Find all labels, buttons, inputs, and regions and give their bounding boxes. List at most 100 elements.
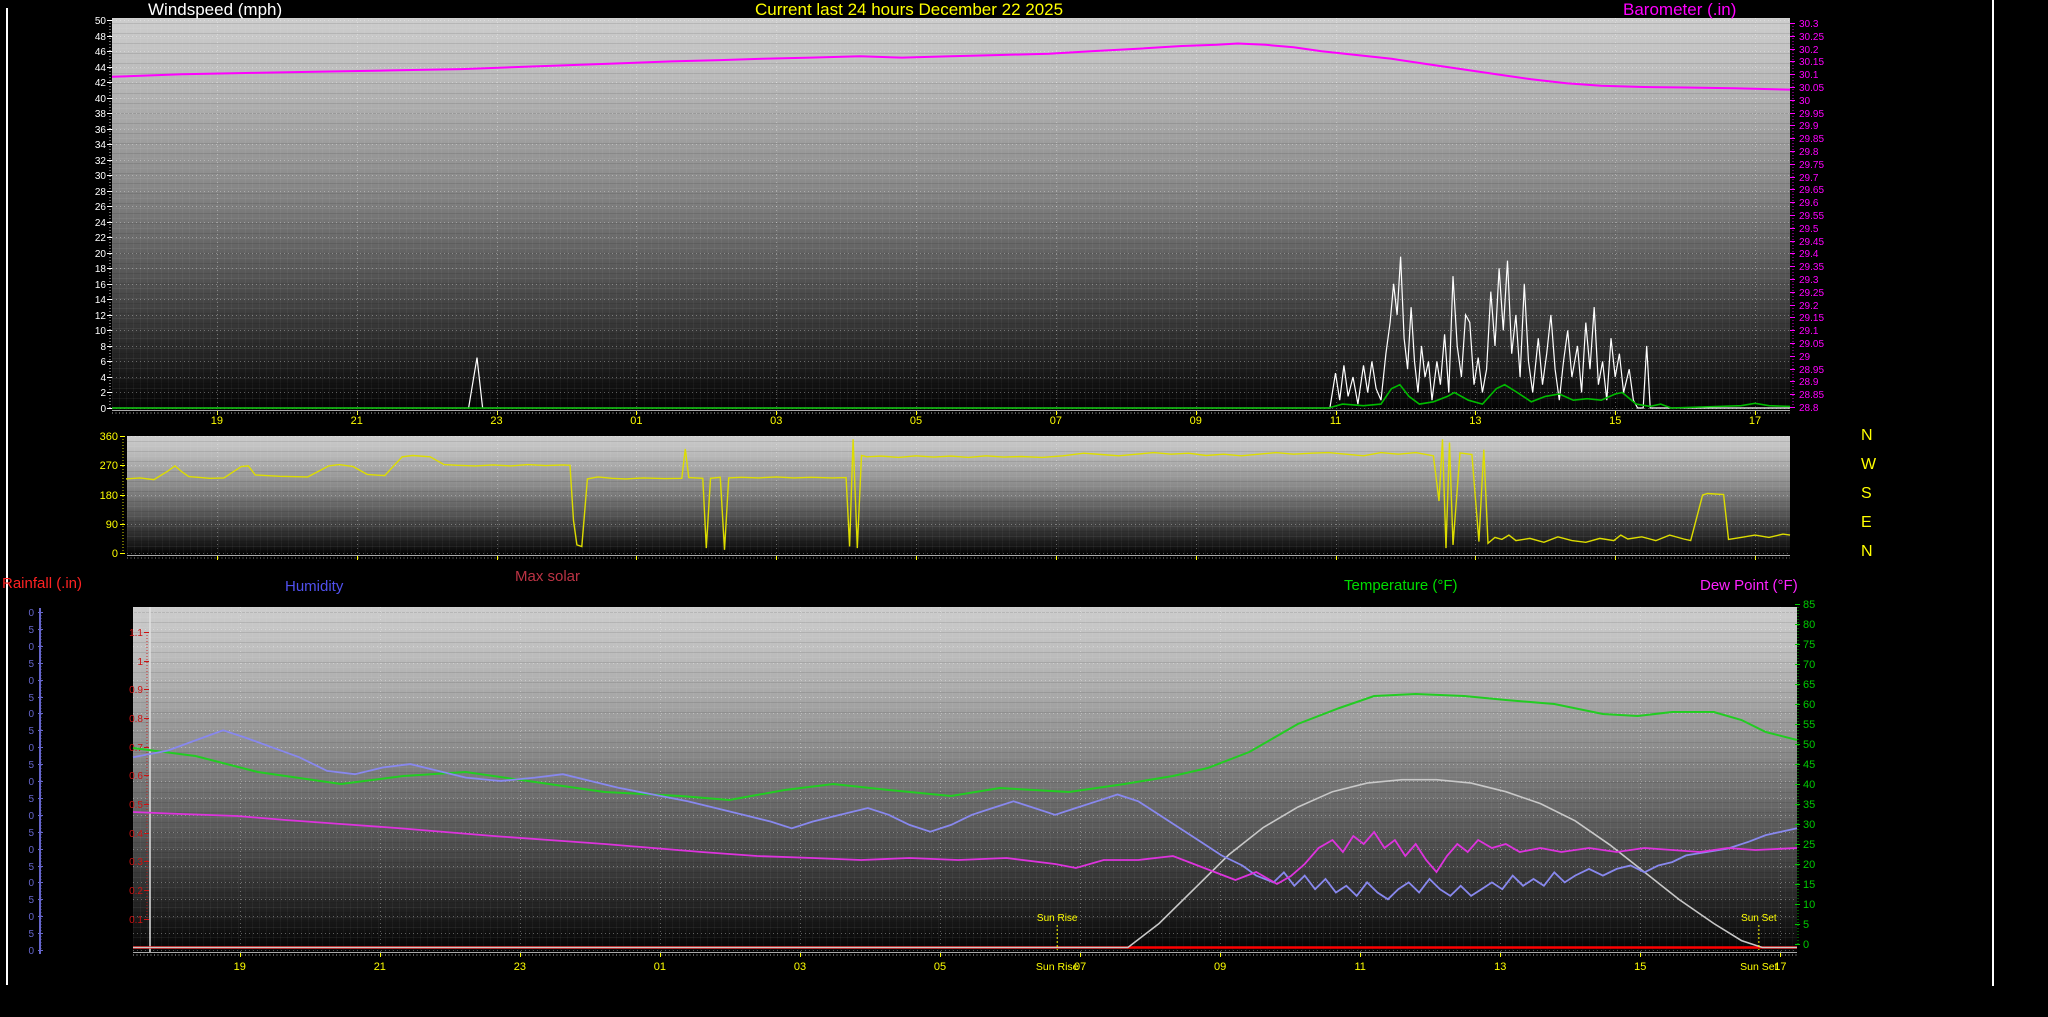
svg-text:0: 0 (28, 743, 34, 754)
svg-text:28.9: 28.9 (1799, 377, 1819, 388)
svg-text:29.5: 29.5 (1799, 224, 1819, 235)
svg-text:16: 16 (95, 280, 107, 291)
svg-text:5: 5 (28, 760, 34, 771)
svg-text:13: 13 (1494, 961, 1506, 973)
svg-text:0: 0 (28, 946, 34, 957)
compass-label-e-3: E (1861, 515, 1872, 531)
svg-text:0.2: 0.2 (129, 886, 143, 897)
compass-label-s-2: S (1861, 486, 1872, 502)
svg-text:0: 0 (28, 709, 34, 720)
svg-text:12: 12 (95, 311, 107, 322)
svg-text:15: 15 (1634, 961, 1646, 973)
humidity-series (133, 730, 1797, 899)
windspeed-barometer-axis-labels: 1921230103050709111315175048464442403836… (95, 16, 1825, 427)
svg-text:8: 8 (100, 342, 106, 353)
svg-text:0: 0 (28, 642, 34, 653)
svg-text:50: 50 (95, 16, 107, 27)
sunset-marker: Sun SetSun Set (1740, 913, 1777, 973)
svg-text:05: 05 (910, 415, 922, 427)
svg-text:0: 0 (28, 676, 34, 687)
windspeed-barometer-gridlines (112, 18, 1790, 410)
svg-text:20: 20 (1803, 859, 1815, 871)
svg-text:29.25: 29.25 (1799, 288, 1824, 299)
svg-text:29.3: 29.3 (1799, 275, 1819, 286)
svg-text:0.3: 0.3 (129, 857, 143, 868)
svg-text:29.65: 29.65 (1799, 185, 1824, 196)
svg-text:0.5: 0.5 (129, 800, 143, 811)
svg-text:5: 5 (28, 862, 34, 873)
rain-humidity-solar-temp-dew-chart: 1921230103050709111315170505050505050505… (28, 599, 1815, 973)
svg-text:38: 38 (95, 109, 107, 120)
svg-text:1: 1 (137, 657, 143, 668)
svg-text:01: 01 (630, 415, 642, 427)
svg-text:65: 65 (1803, 679, 1815, 691)
dew_point-series (133, 812, 1797, 884)
svg-text:5: 5 (28, 794, 34, 805)
svg-text:Sun Set: Sun Set (1740, 961, 1777, 973)
svg-text:30: 30 (95, 171, 107, 182)
wind-direction-gridlines (127, 436, 1790, 555)
svg-text:85: 85 (1803, 599, 1815, 611)
svg-text:13: 13 (1469, 415, 1481, 427)
svg-text:30: 30 (1799, 96, 1811, 107)
svg-text:29.6: 29.6 (1799, 198, 1819, 209)
svg-text:60: 60 (1803, 699, 1815, 711)
svg-text:0.1: 0.1 (129, 915, 143, 926)
svg-text:75: 75 (1803, 639, 1815, 651)
svg-text:29.7: 29.7 (1799, 173, 1819, 184)
svg-text:17: 17 (1749, 415, 1761, 427)
compass-label-n-4: N (1861, 544, 1873, 560)
svg-text:30.25: 30.25 (1799, 32, 1824, 43)
svg-text:0.8: 0.8 (129, 714, 143, 725)
windspeed_avg-series (112, 385, 1790, 408)
svg-text:29.05: 29.05 (1799, 339, 1824, 350)
windspeed-barometer-chart: 1921230103050709111315175048464442403836… (95, 16, 1825, 427)
svg-text:15: 15 (1803, 879, 1815, 891)
svg-text:30.05: 30.05 (1799, 83, 1824, 94)
svg-text:6: 6 (100, 357, 106, 368)
svg-text:25: 25 (1803, 839, 1815, 851)
svg-text:50: 50 (1803, 739, 1815, 751)
svg-text:29.8: 29.8 (1799, 147, 1819, 158)
svg-text:0: 0 (1803, 939, 1809, 951)
svg-text:20: 20 (95, 249, 107, 260)
compass-label-w-1: W (1861, 457, 1876, 473)
barometer-series (112, 44, 1790, 90)
svg-text:0: 0 (28, 777, 34, 788)
svg-text:29.15: 29.15 (1799, 313, 1824, 324)
svg-text:360: 360 (100, 431, 118, 443)
svg-text:32: 32 (95, 156, 107, 167)
wind_direction-series (126, 439, 1790, 550)
svg-text:21: 21 (351, 415, 363, 427)
svg-text:0: 0 (28, 878, 34, 889)
svg-text:29.45: 29.45 (1799, 237, 1824, 248)
svg-text:Sun Rise: Sun Rise (1036, 961, 1079, 973)
svg-text:36: 36 (95, 125, 107, 136)
svg-text:29.75: 29.75 (1799, 160, 1824, 171)
svg-text:30.1: 30.1 (1799, 70, 1819, 81)
svg-text:28.8: 28.8 (1799, 403, 1819, 414)
svg-text:0: 0 (28, 811, 34, 822)
svg-text:2: 2 (100, 388, 106, 399)
svg-text:30.15: 30.15 (1799, 57, 1824, 68)
svg-text:5: 5 (28, 625, 34, 636)
svg-text:29: 29 (1799, 352, 1811, 363)
svg-text:07: 07 (1050, 415, 1062, 427)
svg-text:5: 5 (28, 895, 34, 906)
svg-text:5: 5 (28, 726, 34, 737)
svg-text:19: 19 (211, 415, 223, 427)
svg-text:11: 11 (1330, 415, 1341, 427)
svg-text:5: 5 (28, 659, 34, 670)
svg-text:5: 5 (1803, 919, 1809, 931)
svg-text:21: 21 (374, 961, 386, 973)
svg-text:01: 01 (654, 961, 666, 973)
svg-text:23: 23 (514, 961, 526, 973)
svg-text:23: 23 (490, 415, 502, 427)
svg-text:28.95: 28.95 (1799, 365, 1824, 376)
svg-text:18: 18 (95, 264, 107, 275)
svg-text:90: 90 (106, 519, 118, 531)
svg-text:35: 35 (1803, 799, 1815, 811)
svg-text:45: 45 (1803, 759, 1815, 771)
svg-text:10: 10 (1803, 899, 1815, 911)
svg-text:4: 4 (100, 373, 106, 384)
